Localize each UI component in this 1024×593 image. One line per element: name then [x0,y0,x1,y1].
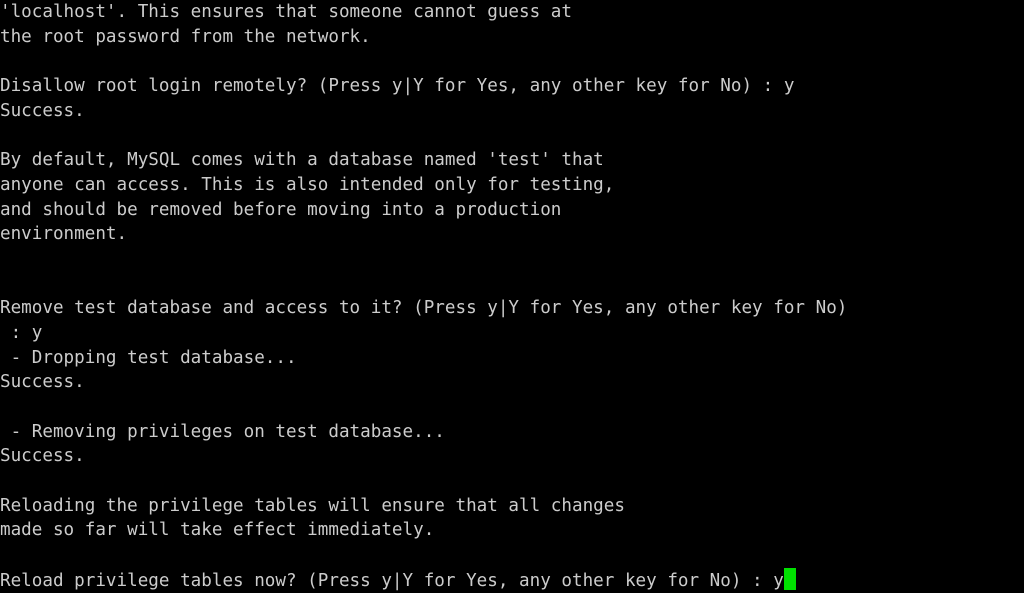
terminal-line: By default, MySQL comes with a database … [0,150,604,171]
terminal-line: Success. [0,372,85,393]
terminal-line: anyone can access. This is also intended… [0,174,615,195]
terminal-window[interactable]: 'localhost'. This ensures that someone c… [0,0,1024,593]
terminal-line: made so far will take effect immediately… [0,520,435,541]
terminal-line: Disallow root login remotely? (Press y|Y… [0,76,795,97]
terminal-line: Reloading the privilege tables will ensu… [0,495,625,516]
terminal-line: Success. [0,446,85,467]
terminal-line: environment. [0,224,128,245]
terminal-line: Reload privilege tables now? (Press y|Y … [0,567,1024,593]
terminal-screen[interactable]: 'localhost'. This ensures that someone c… [0,0,1024,593]
terminal-line: and should be removed before moving into… [0,199,562,220]
terminal-line: 'localhost'. This ensures that someone c… [0,2,572,22]
terminal-line: - Removing privileges on test database..… [0,421,445,442]
terminal-line: : y [0,322,43,343]
terminal-line: - Dropping test database... [0,347,297,368]
terminal-line: Success. [0,100,85,121]
terminal-cursor [783,567,797,590]
terminal-line: the root password from the network. [0,26,371,47]
terminal-line: Remove test database and access to it? (… [0,298,848,319]
